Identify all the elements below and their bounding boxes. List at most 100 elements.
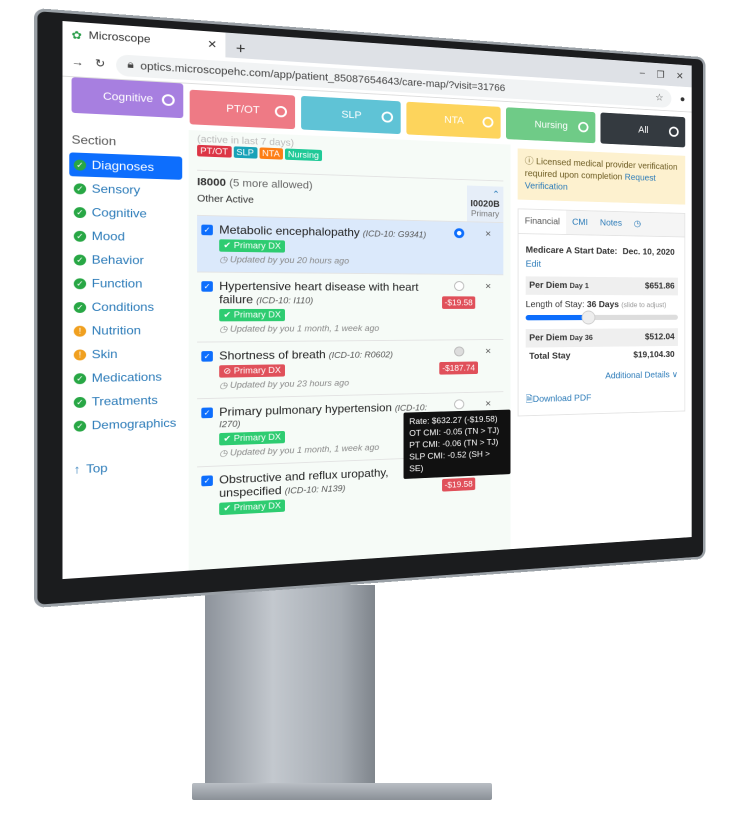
filter-pill-cognitive[interactable]: Cognitive [72,77,184,118]
close-tab-icon[interactable]: ✕ [207,37,217,50]
diagnosis-checkbox[interactable]: ✓ [201,407,213,418]
check-circle-icon: ✓ [74,420,86,431]
diagnosis-name: Shortness of breath [219,348,326,362]
sidebar-item-treatments[interactable]: ✓ Treatments [69,388,182,414]
sidebar-item-demographics[interactable]: ✓ Demographics [69,411,182,438]
check-circle-icon: ✓ [74,302,86,313]
close-window-icon[interactable]: ✕ [676,70,683,81]
sidebar-item-function[interactable]: ✓ Function [69,271,182,295]
filter-pill-all[interactable]: All [600,112,685,147]
diagnosis-text: Hypertensive heart disease with heart fa… [219,279,432,334]
financial-panel: ⓘ Licensed medical provider verification… [511,145,692,551]
screen: ✿ Microscope ✕ + – ❐ ✕ → ↻ 🔒︎ optics.microsco… [62,21,691,579]
tab-notes[interactable]: Notes [594,211,628,235]
discipline-tag: PT/OT [197,145,231,158]
primary-radio[interactable] [454,281,464,291]
check-circle-icon: ✓ [74,254,86,265]
toggle-icon[interactable] [669,126,679,137]
tab-financial[interactable]: Financial [519,209,567,234]
remove-icon[interactable]: × [485,281,499,333]
slider-handle[interactable] [581,311,595,325]
toggle-icon[interactable] [578,122,588,133]
primary-column [437,228,479,268]
profile-icon[interactable]: ● [680,94,685,104]
new-tab-button[interactable]: + [225,40,255,59]
diagnosis-checkbox[interactable]: ✓ [201,351,213,362]
clock-icon: ◷ [219,380,230,390]
filter-pill-slp[interactable]: SLP [301,96,401,134]
restore-icon[interactable]: ❐ [657,69,665,81]
per-diem-day: Day 1 [570,281,589,290]
remove-icon[interactable]: × [485,346,499,385]
diagnoses-panel: (active in last 7 days) PT/OT SLP NTA Nursi… [189,130,511,573]
tab-cmi[interactable]: CMI [566,211,594,235]
sidebar-item-label: Demographics [92,416,177,432]
primary-radio[interactable] [454,399,464,409]
reload-icon[interactable]: ↻ [95,57,105,70]
lock-icon: 🔒︎ [127,59,133,72]
diagnosis-text: Obstructive and reflux uropathy, unspeci… [219,464,432,518]
history-clock-icon[interactable]: ◷ [628,212,647,235]
sidebar-item-label: Diagnoses [92,158,154,174]
sidebar-item-label: Treatments [92,393,158,408]
filter-pill-nta[interactable]: NTA [406,102,500,139]
diagnosis-name: Hypertensive heart disease with heart fa… [219,279,418,306]
clock-icon: ◷ [219,255,230,265]
tab-title: Microscope [89,30,151,46]
check-circle-icon: ✓ [74,396,86,407]
sidebar-item-skin[interactable]: ! Skin [69,342,182,367]
slider-hint: (slide to adjust) [621,301,666,309]
additional-details-toggle[interactable]: Additional Details ∨ [526,370,678,382]
verification-warning: ⓘ Licensed medical provider verification… [518,148,686,204]
length-of-stay-slider[interactable] [526,315,678,321]
slider-fill [526,315,588,320]
sidebar-item-label: Skin [92,347,118,361]
forward-icon[interactable]: → [72,56,84,69]
filter-pill-ptot[interactable]: PT/OT [190,90,295,130]
diagnosis-checkbox[interactable]: ✓ [201,281,213,292]
edit-start-date-link[interactable]: Edit [526,260,678,271]
diagnosis-row: ✓ Shortness of breath (ICD-10: R0602) ⊘ Pr… [197,339,503,398]
icd-code: (ICD-10: I110) [256,296,313,305]
total-stay-value: $19,104.30 [633,350,674,360]
sidebar-item-label: Medications [92,370,162,385]
updated-label: Updated by you 1 month, 1 week ago [230,324,379,334]
sidebar-item-nutrition[interactable]: ! Nutrition [69,319,182,343]
remove-icon[interactable]: × [485,229,499,268]
diagnosis-row: ✓ Metabolic encephalopathy (ICD-10: G9341… [197,215,503,274]
filter-pill-nursing[interactable]: Nursing [506,107,595,143]
sidebar-item-behavior[interactable]: ✓ Behavior [69,248,182,273]
sidebar-item-cognitive[interactable]: ✓ Cognitive [69,200,182,226]
download-pdf-link[interactable]: Download PDF [533,393,592,404]
primary-radio[interactable] [454,346,464,356]
check-circle-icon: ✓ [74,373,86,384]
check-circle-icon: ✓ [74,159,86,170]
diagnosis-text: Primary pulmonary hypertension (ICD-10: … [219,400,432,459]
sidebar-item-mood[interactable]: ✓ Mood [69,224,182,249]
check-circle-icon: ✓ [74,278,86,289]
updated-label: Updated by you 20 hours ago [230,255,349,266]
cmi-tooltip: Rate: $632.27 (-$19.58) OT CMI: -0.05 (TN… [404,410,511,479]
primary-dx-badge: ⊘ Primary DX [219,364,285,377]
minimize-icon[interactable]: – [640,68,645,79]
sidebar-item-label: Behavior [92,253,144,267]
toggle-icon[interactable] [483,117,494,128]
rate-delta-badge: -$187.74 [439,361,477,374]
star-icon[interactable]: ☆ [655,92,663,104]
sidebar-item-conditions[interactable]: ✓ Conditions [69,295,182,319]
primary-radio[interactable] [454,228,464,238]
back-to-top-link[interactable]: ↑ Top [69,454,182,482]
length-of-stay-label: Length of Stay: [526,300,585,310]
diagnosis-checkbox[interactable]: ✓ [201,475,213,486]
toggle-icon[interactable] [275,106,287,118]
check-circle-icon: ✓ [74,206,86,217]
toggle-icon[interactable] [382,111,393,123]
sidebar-item-sensory[interactable]: ✓ Sensory [69,176,182,203]
monitor-stand-neck [205,585,375,790]
per-diem-day36-value: $512.04 [645,332,675,342]
sidebar-item-medications[interactable]: ✓ Medications [69,365,182,390]
per-diem-label: Per Diem [529,281,567,291]
toggle-icon[interactable] [162,94,175,106]
diagnosis-checkbox[interactable]: ✓ [201,225,213,236]
icd-code: (ICD-10: N139) [285,484,346,496]
